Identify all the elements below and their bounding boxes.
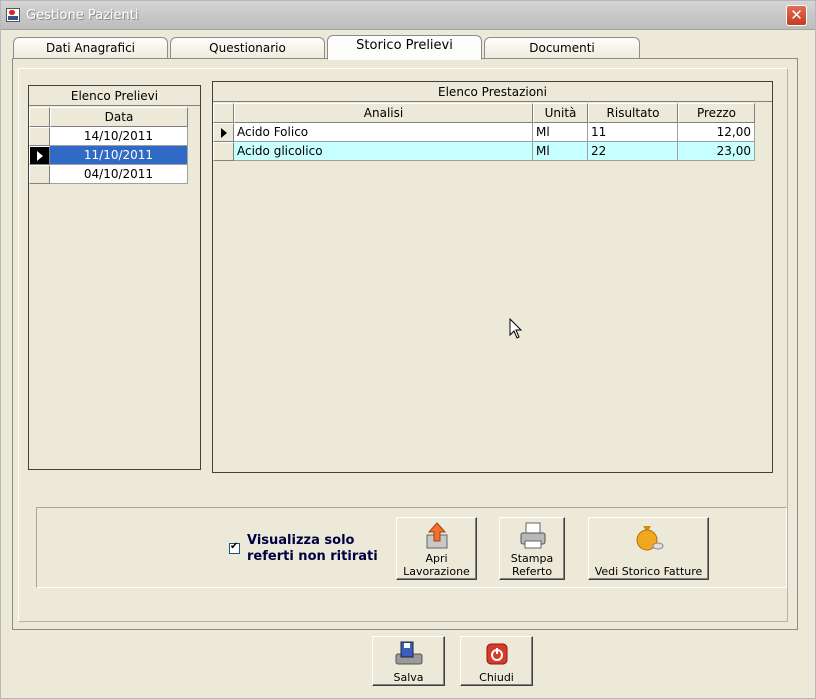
prestazioni-header-corner [213, 103, 234, 123]
cell-prezzo[interactable]: 12,00 [678, 123, 755, 142]
solo-non-ritirati-label[interactable]: Visualizza solo referti non ritirati [247, 533, 378, 565]
row-indicator[interactable] [29, 165, 50, 184]
salva-button[interactable]: Salva [372, 636, 445, 686]
row-indicator[interactable] [213, 142, 234, 161]
apri-lavorazione-line2: Lavorazione [403, 565, 470, 578]
cell-analisi[interactable]: Acido Folico [234, 123, 533, 142]
prelievo-date-1[interactable]: 14/10/2011 [50, 127, 188, 146]
column-header-analisi[interactable]: Analisi [234, 103, 533, 123]
row-indicator-current[interactable] [29, 146, 50, 165]
tab-storico-prelievi[interactable]: Storico Prelievi [327, 35, 482, 60]
title-bar[interactable]: Gestione Pazienti ✕ [1, 1, 815, 30]
checkbox-label-line2: referti non ritirati [247, 549, 378, 564]
cell-prezzo[interactable]: 23,00 [678, 142, 755, 161]
chiudi-button[interactable]: Chiudi [460, 636, 533, 686]
vedi-storico-fatture-label: Vedi Storico Fatture [594, 565, 703, 578]
save-disk-icon [395, 641, 423, 665]
prelievo-date-3[interactable]: 04/10/2011 [50, 165, 188, 184]
tab-dati-anagrafici[interactable]: Dati Anagrafici [13, 37, 168, 59]
cell-unita[interactable]: Ml [533, 123, 588, 142]
prelievi-caption: Elenco Prelievi [29, 86, 200, 106]
power-icon [486, 643, 508, 665]
chiudi-label: Chiudi [479, 671, 514, 684]
prelievi-header-corner [29, 107, 50, 127]
main-window: Gestione Pazienti ✕ Dati Anagrafici Ques… [0, 0, 816, 699]
cell-unita[interactable]: Ml [533, 142, 588, 161]
row-indicator-current[interactable] [213, 123, 234, 142]
cell-analisi[interactable]: Acido glicolico [234, 142, 533, 161]
apri-lavorazione-line1: Apri [425, 552, 448, 565]
money-bag-icon [636, 526, 664, 551]
checkbox-label-line1: Visualizza solo [247, 533, 355, 548]
stampa-referto-button[interactable]: Stampa Referto [499, 517, 565, 580]
vedi-storico-fatture-button[interactable]: Vedi Storico Fatture [588, 517, 709, 580]
solo-non-ritirati-checkbox[interactable] [229, 541, 240, 554]
tab-documenti[interactable]: Documenti [484, 37, 640, 59]
apri-lavorazione-button[interactable]: Apri Lavorazione [396, 517, 477, 580]
tab-questionario[interactable]: Questionario [170, 37, 325, 59]
printer-icon [520, 522, 546, 549]
cell-risultato[interactable]: 22 [588, 142, 678, 161]
column-header-data[interactable]: Data [50, 107, 188, 127]
prestazioni-caption: Elenco Prestazioni [213, 82, 772, 102]
salva-label: Salva [393, 671, 424, 684]
app-icon [6, 8, 20, 22]
open-upload-icon [426, 522, 448, 549]
cell-risultato[interactable]: 11 [588, 123, 678, 142]
stampa-referto-line1: Stampa [510, 552, 554, 565]
window-title: Gestione Pazienti [26, 8, 139, 23]
row-indicator[interactable] [29, 127, 50, 146]
prelievo-date-2-selected[interactable]: 11/10/2011 [50, 146, 188, 165]
mouse-cursor-icon [509, 318, 523, 339]
column-header-prezzo[interactable]: Prezzo [678, 103, 755, 123]
column-header-risultato[interactable]: Risultato [588, 103, 678, 123]
close-button[interactable]: ✕ [786, 5, 807, 26]
column-header-unita[interactable]: Unità [533, 103, 588, 123]
stampa-referto-line2: Referto [511, 565, 553, 578]
